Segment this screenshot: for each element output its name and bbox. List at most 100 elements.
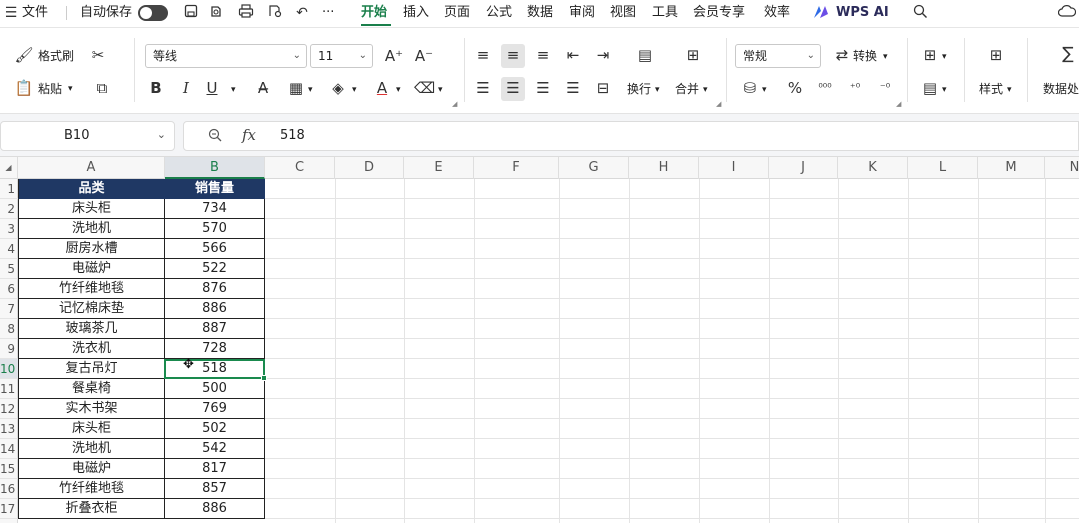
font-color-icon[interactable]: A [372,79,392,97]
category-cell[interactable]: 电磁炉 [18,459,165,479]
sales-cell[interactable]: 522 [165,259,265,279]
font-size-select[interactable]: 11 ⌄ [310,44,373,68]
font-settings-icon[interactable]: ◢ [452,100,457,108]
row-header[interactable]: 5 [0,259,18,279]
save-icon[interactable] [182,4,200,22]
sales-cell[interactable]: 817 [165,459,265,479]
category-cell[interactable]: 床头柜 [18,419,165,439]
sales-cell[interactable]: 857 [165,479,265,499]
decrease-indent-icon[interactable]: ⇤ [563,46,583,64]
tab-insert[interactable]: 插入 [403,4,429,22]
table-header-category[interactable]: 品类 [18,179,165,199]
category-cell[interactable]: 竹纤维地毯 [18,479,165,499]
currency-icon[interactable]: ⛁ [740,79,760,97]
number-settings-icon[interactable]: ◢ [896,100,901,108]
row-header[interactable]: 18 [0,519,18,523]
row-header[interactable]: 15 [0,459,18,479]
row-header[interactable]: 16 [0,479,18,499]
underline-dropdown-icon[interactable]: ▾ [231,82,236,98]
column-header[interactable]: N [1045,157,1079,179]
currency-dropdown-icon[interactable]: ▾ [762,82,767,98]
convert-button[interactable]: 转换 [853,48,877,64]
category-cell[interactable]: 折叠衣柜 [18,499,165,519]
font-color-dropdown-icon[interactable]: ▾ [396,82,401,98]
tab-view[interactable]: 视图 [610,4,636,22]
decrease-decimal-icon[interactable]: ⁻⁰ [875,79,895,97]
file-menu[interactable]: 文件 [22,4,48,22]
distribute-icon[interactable]: ⊟ [593,79,613,97]
fill-handle[interactable] [261,375,267,381]
hamburger-icon[interactable]: ☰ [2,4,20,22]
select-all-corner[interactable]: ◢ [0,157,18,179]
increase-decimal-icon[interactable]: ⁺⁰ [845,79,865,97]
fill-dropdown-icon[interactable]: ▾ [352,82,357,98]
align-left-icon[interactable]: ☰ [473,79,493,97]
sales-cell[interactable]: 769 [165,399,265,419]
wrap-dropdown-icon[interactable]: ▾ [655,82,660,98]
clear-format-icon[interactable]: ⌫ [414,79,435,97]
sales-cell[interactable]: 887 [165,319,265,339]
row-header[interactable]: 13 [0,419,18,439]
category-cell[interactable]: 厨房水槽 [18,239,165,259]
increase-indent-icon[interactable]: ⇥ [593,46,613,64]
export-icon[interactable] [207,4,225,22]
border-icon[interactable]: ▦ [286,79,306,97]
sales-cell[interactable]: 570 [165,219,265,239]
column-header[interactable]: G [559,157,629,179]
column-header[interactable]: E [404,157,474,179]
column-header[interactable]: L [908,157,978,179]
cloud-icon[interactable] [1057,4,1077,22]
row-header[interactable]: 17 [0,499,18,519]
alignment-settings-icon[interactable]: ◢ [716,100,721,108]
category-cell[interactable]: 实木书架 [18,399,165,419]
row-header[interactable]: 4 [0,239,18,259]
name-box[interactable]: B10 ⌄ [0,121,175,151]
merge-dropdown-icon[interactable]: ▾ [703,82,708,98]
paste-button[interactable]: 粘贴 [38,81,62,97]
tab-member[interactable]: 会员专享 [693,4,745,22]
preview-icon[interactable] [266,4,284,22]
sales-cell[interactable]: 728 [165,339,265,359]
tab-review[interactable]: 审阅 [569,4,595,22]
styles-button[interactable]: 样式 [979,81,1003,97]
align-right-icon[interactable]: ☰ [533,79,553,97]
merge-button[interactable]: 合并 [675,81,699,97]
category-cell[interactable]: 玻璃茶几 [18,319,165,339]
data-processing-button[interactable]: 数据处理 [1043,81,1079,97]
column-header[interactable]: A [18,157,165,179]
category-cell[interactable]: 竹纤维地毯 [18,279,165,299]
row-header[interactable]: 11 [0,379,18,399]
column-header[interactable]: I [699,157,769,179]
more-button[interactable]: ··· [322,4,334,22]
column-header[interactable]: K [838,157,908,179]
tab-tools[interactable]: 工具 [652,4,678,22]
category-cell[interactable]: 记忆棉床垫 [18,299,165,319]
justify-icon[interactable]: ☰ [563,79,583,97]
sales-cell[interactable]: 500 [165,379,265,399]
increase-font-icon[interactable]: A⁺ [384,47,404,65]
sales-cell[interactable]: 566 [165,239,265,259]
font-name-select[interactable]: 等线 ⌄ [145,44,307,68]
row-header[interactable]: 10 [0,359,18,379]
sheet-dropdown-icon[interactable]: ▾ [942,82,947,98]
print-icon[interactable] [237,4,255,22]
fill-color-icon[interactable]: ◈ [328,79,348,97]
italic-icon[interactable]: I [176,79,196,97]
autosave-toggle[interactable] [138,5,168,21]
row-header[interactable]: 9 [0,339,18,359]
column-header[interactable]: F [474,157,559,179]
row-header[interactable]: 8 [0,319,18,339]
copy-icon[interactable]: ⧉ [92,79,112,97]
row-header[interactable]: 1 [0,179,18,199]
category-cell[interactable]: 洗衣机 [18,339,165,359]
row-header[interactable]: 14 [0,439,18,459]
column-header[interactable]: D [335,157,404,179]
sheet-icon[interactable]: ▤ [920,79,940,97]
table-header-sales[interactable]: 销售量 [165,179,265,199]
column-header-selected[interactable]: B [165,157,265,179]
category-cell[interactable]: 洗地机 [18,439,165,459]
column-header[interactable]: M [978,157,1045,179]
sales-cell[interactable]: 876 [165,279,265,299]
format-painter-button[interactable]: 格式刷 [38,48,74,64]
insert-function-button[interactable]: fx [242,126,256,144]
